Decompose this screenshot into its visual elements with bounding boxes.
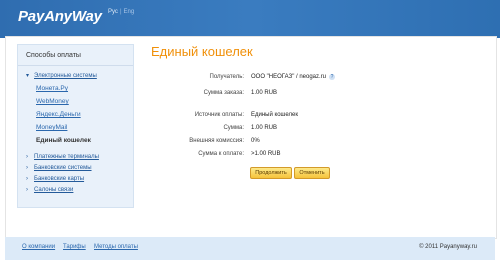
logo[interactable]: PayAnyWay — [18, 8, 102, 25]
total-label: Сумма к оплате: — [198, 151, 244, 157]
sidebar-group-terminals[interactable]: › Платежные терминалы — [26, 154, 99, 160]
footer-link-methods[interactable]: Методы оплаты — [94, 244, 138, 250]
footer-link-about[interactable]: О компании — [22, 244, 55, 250]
amount-label: Сумма: — [223, 125, 244, 131]
copyright: © 2011 Payanyway.ru — [419, 244, 477, 250]
sidebar-group-salons[interactable]: › Салоны связи — [26, 187, 73, 193]
lang-separator: | — [119, 9, 122, 15]
external-fee-value: 0% — [251, 138, 260, 144]
sidebar-group-label: Платежные терминалы — [34, 154, 99, 160]
sidebar-group-label: Банковские карты — [34, 176, 85, 182]
external-fee-label: Внешняя комиссия: — [189, 138, 244, 144]
sidebar-group-label: Электронные системы — [34, 73, 97, 79]
cancel-button[interactable]: Отменить — [294, 167, 330, 179]
footer-link-tariffs[interactable]: Тарифы — [63, 244, 86, 250]
chevron-right-icon: › — [26, 154, 28, 160]
lang-ru[interactable]: Рус — [108, 9, 118, 15]
chevron-right-icon: › — [26, 176, 28, 182]
chevron-down-icon: ▾ — [26, 73, 30, 79]
sidebar-item-unified-wallet: Единый кошелек — [36, 137, 91, 144]
order-sum-label: Сумма заказа: — [203, 90, 244, 96]
help-icon[interactable]: ? — [329, 74, 336, 80]
recipient-label: Получатель: — [209, 74, 244, 80]
sidebar-group-cards[interactable]: › Банковские карты — [26, 176, 84, 182]
sidebar-group-label: Банковские системы — [34, 165, 92, 171]
sidebar-group-electronic[interactable]: ▾ Электронные системы — [26, 72, 97, 79]
sidebar-title: Способы оплаты — [26, 52, 81, 59]
recipient-text: ООО "НЕОГАЗ" / neogaz.ru — [251, 74, 327, 80]
payment-source-value: Единый кошелек — [251, 112, 298, 118]
chevron-right-icon: › — [26, 187, 28, 193]
language-switcher: Рус | Eng — [108, 9, 134, 15]
order-sum-value: 1.00 RUB — [251, 90, 278, 96]
sidebar-group-label: Салоны связи — [34, 187, 74, 193]
footer: О компании Тарифы Методы оплаты © 2011 P… — [5, 237, 495, 260]
sidebar-item-moneta[interactable]: Монета.Ру — [36, 85, 68, 92]
header-bar: PayAnyWay Рус | Eng — [0, 0, 500, 38]
payment-source-label: Источник оплаты: — [194, 112, 244, 118]
recipient-value: ООО "НЕОГАЗ" / neogaz.ru? — [251, 74, 336, 80]
total-value: >1.00 RUB — [251, 151, 281, 157]
lang-en[interactable]: Eng — [124, 9, 135, 15]
amount-value: 1.00 RUB — [251, 125, 278, 131]
sidebar-item-webmoney[interactable]: WebMoney — [36, 98, 69, 105]
chevron-right-icon: › — [26, 165, 28, 171]
sidebar-divider — [18, 65, 133, 66]
sidebar-item-yandex[interactable]: Яндекс.Деньги — [36, 111, 81, 118]
sidebar-group-banks[interactable]: › Банковские системы — [26, 165, 92, 171]
continue-button[interactable]: Продолжить — [250, 167, 292, 179]
sidebar: Способы оплаты ▾ Электронные системы Моне… — [17, 44, 134, 208]
page-title: Единый кошелек — [151, 44, 253, 59]
sidebar-item-moneymail[interactable]: MoneyMail — [36, 124, 67, 131]
